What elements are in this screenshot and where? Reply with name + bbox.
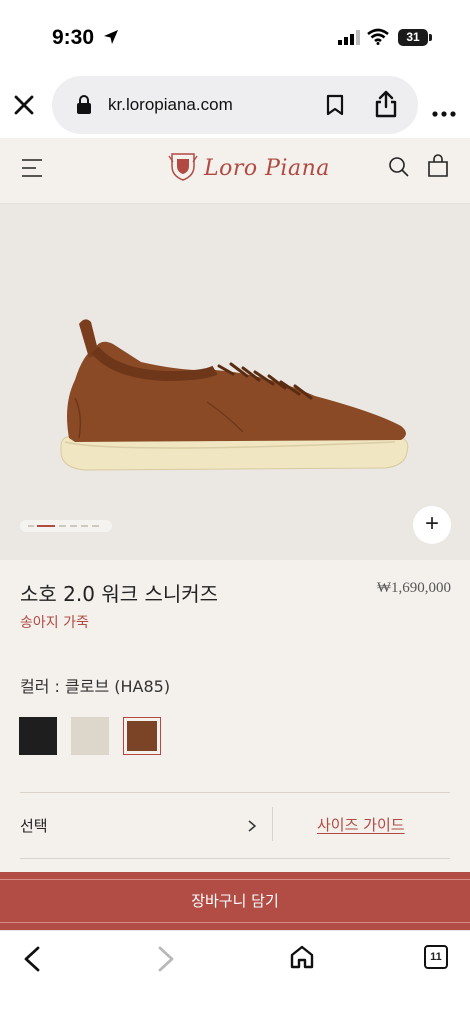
size-select-button[interactable]: 선택 [20, 815, 48, 836]
status-bar: 9:30 31 [0, 0, 470, 72]
tabs-count-button[interactable]: 11 [424, 945, 448, 969]
slide-dot [28, 525, 34, 527]
color-swatch-cream[interactable] [71, 717, 109, 755]
battery-cap [429, 34, 432, 41]
product-name: 소호 2.0 워크 스니커즈 [20, 582, 219, 606]
back-arrow-icon[interactable] [22, 945, 42, 977]
crest-icon [168, 150, 198, 186]
color-swatch-clove [127, 721, 157, 751]
size-guide-link[interactable]: 사이즈 가이드 [317, 814, 405, 835]
url-bar[interactable]: kr.loropiana.com [52, 76, 418, 134]
product-image-gallery[interactable]: + [0, 204, 470, 560]
wifi-icon [367, 28, 389, 49]
site-header: Loro Piana [0, 138, 470, 204]
lock-icon [76, 95, 92, 118]
size-select-row: 선택 사이즈 가이드 [0, 793, 470, 858]
product-price: ₩1,690,000 [376, 580, 451, 596]
slide-dot [59, 525, 66, 527]
browser-toolbar: 11 [0, 930, 470, 1024]
menu-icon[interactable] [20, 156, 44, 184]
status-time: 9:30 [52, 26, 95, 49]
color-label: 컬러 : 클로브 (HA85) [20, 677, 171, 696]
slide-indicator [20, 520, 112, 532]
add-to-cart-button[interactable]: 장바구니 담기 [0, 872, 470, 930]
vertical-separator [272, 807, 273, 841]
zoom-plus-button[interactable]: + [413, 506, 451, 544]
divider [20, 858, 450, 859]
location-arrow-icon [102, 28, 120, 50]
cellular-signal-icon [338, 30, 360, 49]
sneaker-image [55, 314, 415, 478]
chevron-right-icon[interactable] [247, 818, 257, 837]
color-swatch-clove-selected[interactable] [123, 717, 161, 755]
close-icon[interactable] [13, 94, 35, 120]
url-text: kr.loropiana.com [108, 95, 233, 114]
shopping-bag-icon[interactable] [427, 154, 449, 182]
slide-dot [81, 525, 88, 527]
browser-bar: kr.loropiana.com [0, 72, 470, 138]
add-to-cart-label: 장바구니 담기 [191, 892, 279, 910]
share-icon[interactable] [374, 90, 398, 122]
battery-indicator: 31 [398, 29, 428, 46]
slide-dot-active [37, 525, 55, 527]
brand-logo[interactable]: Loro Piana [168, 150, 330, 186]
brand-name: Loro Piana [204, 155, 330, 181]
forward-arrow-icon[interactable] [156, 945, 176, 977]
slide-dot [92, 525, 99, 527]
search-icon[interactable] [388, 156, 410, 182]
bookmark-icon[interactable] [326, 94, 344, 120]
more-options-icon[interactable] [432, 102, 456, 121]
slide-dot [70, 525, 77, 527]
product-material: 송아지 가죽 [20, 615, 89, 631]
color-swatch-black[interactable] [19, 717, 57, 755]
home-icon[interactable] [289, 944, 315, 974]
